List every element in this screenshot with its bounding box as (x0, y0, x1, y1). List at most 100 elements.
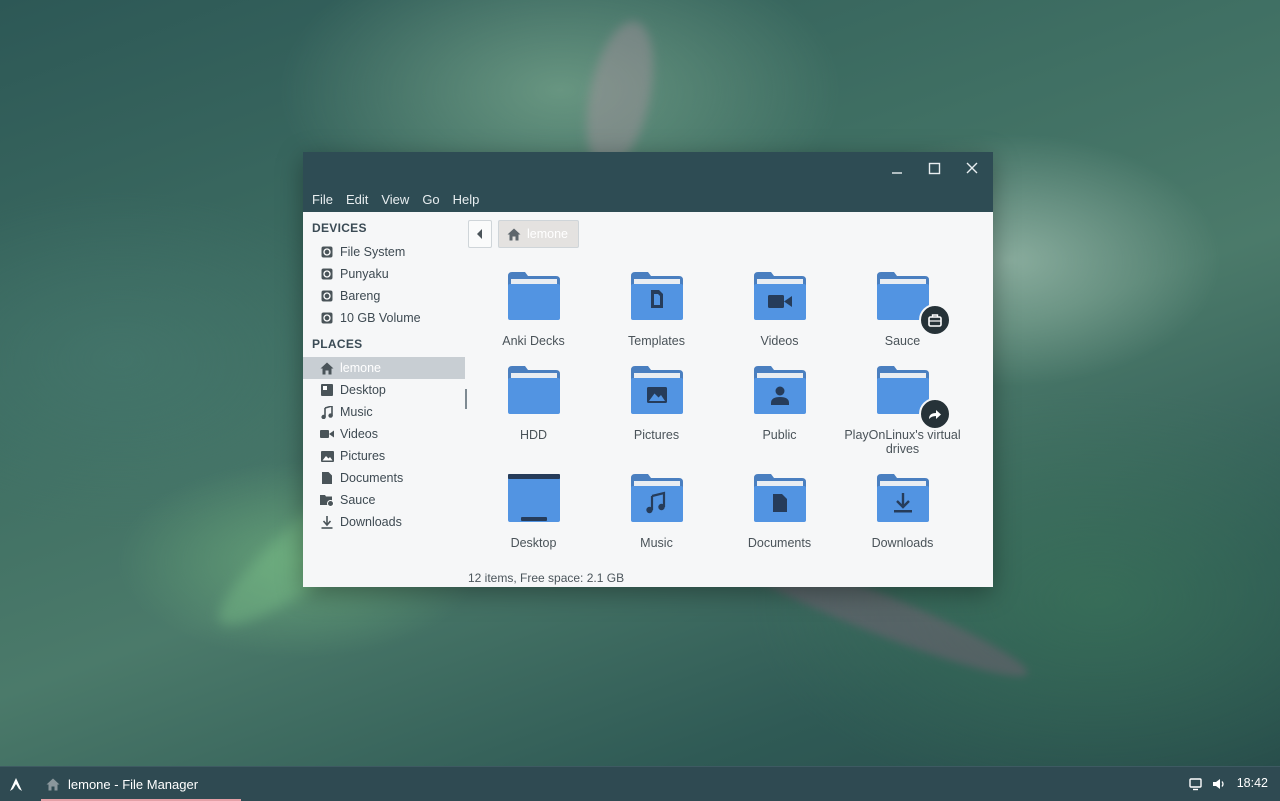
home-icon (320, 361, 334, 375)
menu-file[interactable]: File (307, 192, 338, 207)
sidebar-item-label: File System (340, 245, 406, 259)
drive-icon (320, 267, 334, 281)
symlink-folder-icon (876, 366, 951, 430)
file-label: Anki Decks (502, 334, 565, 348)
drive-icon (320, 311, 334, 325)
menu-go[interactable]: Go (417, 192, 444, 207)
sidebar-item-documents[interactable]: Documents (303, 467, 465, 489)
file-manager-window: File Edit View Go Help DEVICES File Syst… (303, 152, 993, 587)
file-label: Templates (628, 334, 685, 348)
file-item[interactable]: Templates (595, 272, 718, 348)
sidebar-item-label: Desktop (340, 383, 386, 397)
file-item[interactable]: Music (595, 474, 718, 550)
menu-bar: File Edit View Go Help (303, 186, 993, 212)
sidebar-item-label: Sauce (340, 493, 376, 507)
menu-help[interactable]: Help (448, 192, 485, 207)
file-label: Pictures (633, 428, 680, 442)
sidebar-item-pictures[interactable]: Pictures (303, 445, 465, 467)
file-item[interactable]: Desktop (472, 474, 595, 550)
places-heading: PLACES (312, 337, 363, 351)
music-folder-icon (630, 474, 683, 522)
wallpaper-leaf (575, 15, 665, 175)
link-emblem-icon (918, 398, 951, 430)
document-icon (320, 471, 334, 485)
sidebar-item-label: Bareng (340, 289, 381, 303)
minimize-button[interactable] (885, 158, 909, 180)
sidebar-item-label: Punyaku (340, 267, 389, 281)
location-bar: lemone (468, 220, 579, 248)
path-label: lemone (527, 227, 568, 241)
maximize-button[interactable] (922, 158, 946, 180)
sidebar-item-label: Music (340, 405, 373, 419)
sidebar-item-label: lemone (340, 361, 381, 375)
folder-icon (507, 272, 560, 320)
desktop-icon (320, 383, 334, 397)
home-icon (46, 778, 60, 790)
file-label: PlayOnLinux's virtual drives (844, 428, 961, 456)
file-item[interactable]: Anki Decks (472, 272, 595, 348)
download-icon (320, 515, 334, 529)
desktop-folder-icon (507, 474, 560, 522)
file-label: Videos (760, 334, 799, 348)
downloads-folder-icon (876, 474, 929, 522)
file-item[interactable]: Downloads (841, 474, 964, 550)
file-label: Public (762, 428, 797, 442)
file-label: HDD (519, 428, 548, 442)
public-folder-icon (753, 366, 806, 414)
taskbar-window-button[interactable]: lemone - File Manager (41, 767, 241, 801)
file-item[interactable]: PlayOnLinux's virtual drives (841, 366, 964, 456)
sidebar-item-home[interactable]: lemone (303, 357, 465, 379)
file-item[interactable]: Public (718, 366, 841, 442)
close-icon (966, 162, 978, 174)
clock[interactable]: 18:42 (1237, 776, 1268, 790)
devices-heading: DEVICES (312, 221, 367, 235)
sidebar-item-sauce[interactable]: Sauce (303, 489, 465, 511)
menu-view[interactable]: View (376, 192, 414, 207)
tray-display[interactable] (1188, 776, 1204, 792)
sidebar-item-file-system[interactable]: File System (303, 241, 465, 263)
file-item[interactable]: Documents (718, 474, 841, 550)
sidebar-item-label: Pictures (340, 449, 386, 463)
maximize-icon (928, 162, 941, 175)
sidebar: DEVICES File System Punyaku Bareng 10 GB… (303, 212, 465, 587)
sidebar-item-10gb-volume[interactable]: 10 GB Volume (303, 307, 465, 329)
path-button-home[interactable]: lemone (498, 220, 579, 248)
sidebar-item-music[interactable]: Music (303, 401, 465, 423)
templates-folder-icon (630, 272, 683, 320)
file-item[interactable]: Sauce (841, 272, 964, 348)
file-item[interactable]: Videos (718, 272, 841, 348)
home-icon (507, 228, 521, 240)
file-item[interactable]: HDD (472, 366, 595, 442)
shared-folder-icon (876, 272, 951, 336)
sidebar-item-label: 10 GB Volume (340, 311, 421, 325)
sidebar-item-downloads[interactable]: Downloads (303, 511, 465, 533)
file-label: Documents (747, 536, 812, 550)
back-button[interactable] (468, 220, 492, 248)
sidebar-item-label: Videos (340, 427, 378, 441)
arch-logo-icon (10, 778, 22, 791)
picture-icon (320, 449, 334, 463)
start-menu-button[interactable] (6, 775, 26, 795)
title-bar[interactable] (303, 152, 993, 186)
display-icon (1189, 778, 1202, 791)
file-item[interactable]: Pictures (595, 366, 718, 442)
sidebar-item-label: Documents (340, 471, 404, 485)
tray-volume[interactable] (1211, 776, 1227, 792)
sidebar-item-bareng[interactable]: Bareng (303, 285, 465, 307)
sidebar-scroll-handle[interactable] (465, 389, 467, 409)
sidebar-item-label: Downloads (340, 515, 402, 529)
file-label: Desktop (510, 536, 557, 550)
menu-edit[interactable]: Edit (341, 192, 373, 207)
drive-icon (320, 289, 334, 303)
sidebar-item-punyaku[interactable]: Punyaku (303, 263, 465, 285)
taskbar: lemone - File Manager 18:42 (0, 766, 1280, 801)
video-icon (320, 427, 334, 441)
share-emblem-icon (918, 304, 951, 336)
sidebar-item-desktop[interactable]: Desktop (303, 379, 465, 401)
close-button[interactable] (960, 158, 984, 180)
music-icon (320, 405, 334, 419)
sidebar-item-videos[interactable]: Videos (303, 423, 465, 445)
folder-icon (507, 366, 560, 414)
documents-folder-icon (753, 474, 806, 522)
file-label: Downloads (871, 536, 934, 550)
